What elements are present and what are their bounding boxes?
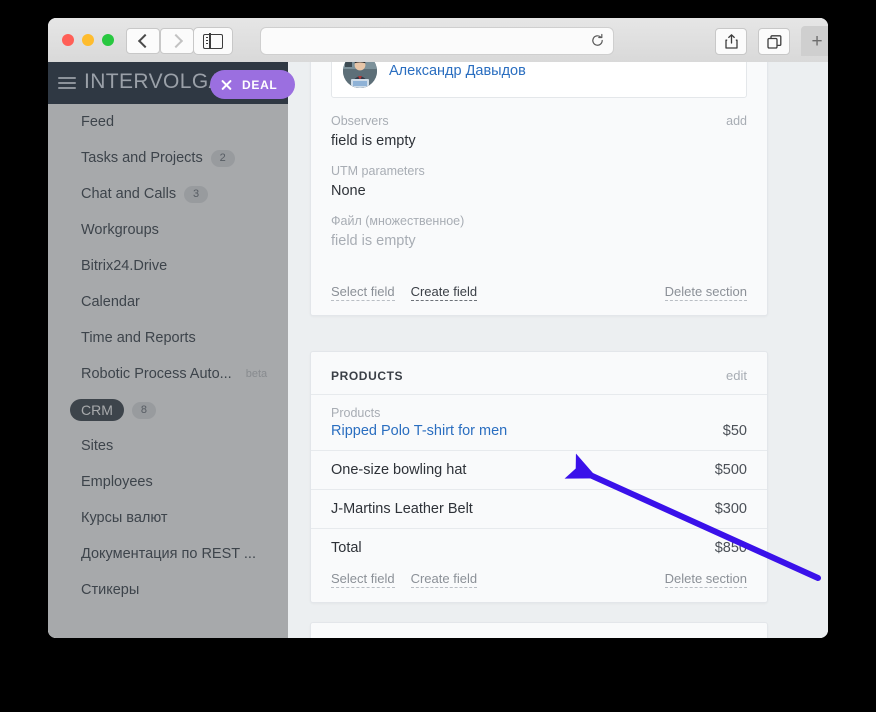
sidebar-item-label: Стикеры bbox=[81, 582, 140, 598]
sidebar-item-employees[interactable]: Employees bbox=[48, 464, 288, 500]
product-price: $850 bbox=[714, 540, 747, 556]
fields-card: Responsible bbox=[310, 62, 768, 316]
close-window-icon[interactable] bbox=[62, 34, 74, 46]
tab-overview-button[interactable] bbox=[758, 28, 790, 55]
utm-value: None bbox=[331, 183, 366, 199]
sidebar-item-badge: 8 bbox=[131, 401, 156, 419]
sidebar-item-label: Tasks and Projects bbox=[81, 150, 203, 166]
url-text[interactable] bbox=[273, 28, 581, 54]
sidebar-item-robotic-process-auto[interactable]: Robotic Process Auto... beta bbox=[48, 356, 288, 392]
product-price: $300 bbox=[714, 501, 747, 517]
sidebar-icon bbox=[203, 32, 223, 50]
products-card-footer: Select field Create field Delete section bbox=[311, 567, 767, 602]
sidebar-item-badge: 2 bbox=[210, 149, 235, 167]
products-list-label: Products bbox=[331, 406, 381, 420]
share-icon bbox=[724, 34, 738, 49]
sidebar-toggle-button[interactable] bbox=[193, 27, 233, 55]
sidebar-item-tasks-and-projects[interactable]: Tasks and Projects 2 bbox=[48, 140, 288, 176]
sidebar-item-badge: 3 bbox=[184, 185, 209, 203]
share-button[interactable] bbox=[715, 28, 747, 55]
sidebar-item-crm[interactable]: CRM 8 bbox=[48, 392, 288, 428]
sidebar-item-label: Bitrix24.Drive bbox=[81, 258, 168, 274]
product-name: One-size bowling hat bbox=[331, 462, 467, 478]
sidebar-item-label: Курсы валют bbox=[81, 510, 168, 526]
product-price: $50 bbox=[722, 423, 747, 439]
fields-card-footer: Select field Create field Delete section bbox=[311, 280, 767, 315]
utm-label: UTM parameters bbox=[331, 164, 425, 178]
avatar bbox=[343, 62, 377, 88]
file-value: field is empty bbox=[331, 233, 416, 249]
sidebar-item-label: Chat and Calls bbox=[81, 186, 177, 202]
responsible-user-name[interactable]: Александр Давыдов bbox=[389, 63, 526, 79]
product-name: Total bbox=[331, 540, 362, 556]
reload-icon[interactable] bbox=[590, 33, 605, 48]
sidebar-item-chat-and-calls[interactable]: Chat and Calls 3 bbox=[48, 176, 288, 212]
product-row[interactable]: Total $850 bbox=[311, 529, 767, 567]
product-price: $500 bbox=[714, 462, 747, 478]
sidebar-item-label: Feed bbox=[81, 114, 115, 130]
new-tab-button[interactable]: + bbox=[801, 26, 828, 56]
forward-button[interactable] bbox=[160, 28, 194, 54]
sidebar-item-label: Документация по REST ... bbox=[81, 546, 256, 562]
back-button[interactable] bbox=[126, 28, 160, 54]
sidebar-item-[interactable]: Курсы валют bbox=[48, 500, 288, 536]
sidebar-item-time-and-reports[interactable]: Time and Reports bbox=[48, 320, 288, 356]
chevron-right-icon bbox=[168, 33, 183, 49]
observers-add-link[interactable]: add bbox=[726, 114, 747, 128]
sidebar-item-label: Calendar bbox=[81, 294, 140, 310]
tabs-icon bbox=[766, 34, 781, 49]
minimize-window-icon[interactable] bbox=[82, 34, 94, 46]
window-controls[interactable] bbox=[62, 34, 114, 46]
sidebar-item-label: Sites bbox=[81, 438, 114, 454]
observers-value: field is empty bbox=[331, 133, 416, 149]
sidebar-item-calendar[interactable]: Calendar bbox=[48, 284, 288, 320]
products-section-title: PRODUCTS bbox=[331, 368, 404, 383]
app-page: INTERVOLGA VIRT Feed Tasks and Projects 2 C… bbox=[48, 62, 828, 638]
product-name[interactable]: Ripped Polo T-shirt for men bbox=[331, 423, 507, 439]
detail-panel: Responsible bbox=[310, 62, 768, 638]
products-create-field-link[interactable]: Create field bbox=[410, 571, 478, 588]
sidebar-item-label: Workgroups bbox=[81, 222, 159, 238]
products-section-header: PRODUCTS edit bbox=[311, 352, 767, 395]
sidebar-item-workgroups[interactable]: Workgroups bbox=[48, 212, 288, 248]
products-card: PRODUCTS edit Products Ripped Polo T-shi… bbox=[310, 351, 768, 603]
sidebar-item-bitrix24-drive[interactable]: Bitrix24.Drive bbox=[48, 248, 288, 284]
sidebar: Feed Tasks and Projects 2 Chat and Calls 3 Wo… bbox=[48, 104, 288, 638]
sidebar-item-label: Employees bbox=[81, 474, 153, 490]
sidebar-item-label: Time and Reports bbox=[81, 330, 196, 346]
deal-badge[interactable]: DEAL bbox=[210, 70, 296, 99]
observers-label: Observers bbox=[331, 114, 389, 128]
next-section-card bbox=[310, 622, 768, 638]
products-select-field-link[interactable]: Select field bbox=[331, 571, 395, 588]
sidebar-item-feed[interactable]: Feed bbox=[48, 104, 288, 140]
responsible-user[interactable]: Александр Давыдов bbox=[331, 62, 747, 98]
maximize-window-icon[interactable] bbox=[102, 34, 114, 46]
file-label: Файл (множественное) bbox=[331, 214, 465, 228]
beta-label: beta bbox=[245, 368, 268, 380]
browser-toolbar: + bbox=[48, 18, 828, 63]
delete-section-link[interactable]: Delete section bbox=[664, 284, 747, 301]
product-name: J-Martins Leather Belt bbox=[331, 501, 473, 517]
sidebar-item-label: CRM bbox=[70, 399, 124, 421]
product-row[interactable]: J-Martins Leather Belt $300 bbox=[311, 490, 767, 529]
sidebar-item-label: Robotic Process Auto... bbox=[81, 366, 232, 382]
chevron-left-icon bbox=[137, 33, 152, 49]
create-field-link[interactable]: Create field bbox=[410, 284, 478, 301]
deal-badge-label: DEAL bbox=[242, 77, 278, 92]
close-icon[interactable] bbox=[220, 78, 233, 91]
hamburger-menu-icon[interactable] bbox=[58, 77, 76, 89]
product-row[interactable]: One-size bowling hat $500 bbox=[311, 451, 767, 490]
products-edit-link[interactable]: edit bbox=[726, 368, 747, 383]
sidebar-item-[interactable]: Стикеры bbox=[48, 572, 288, 608]
select-field-link[interactable]: Select field bbox=[331, 284, 395, 301]
address-bar[interactable] bbox=[260, 27, 614, 55]
browser-window: + INTERVOLGA VIRT Feed Tasks and Projects… bbox=[48, 18, 828, 638]
sidebar-item-sites[interactable]: Sites bbox=[48, 428, 288, 464]
product-row[interactable]: Ripped Polo T-shirt for men $50 bbox=[311, 420, 767, 451]
sidebar-item-rest[interactable]: Документация по REST ... bbox=[48, 536, 288, 572]
products-delete-section-link[interactable]: Delete section bbox=[664, 571, 747, 588]
